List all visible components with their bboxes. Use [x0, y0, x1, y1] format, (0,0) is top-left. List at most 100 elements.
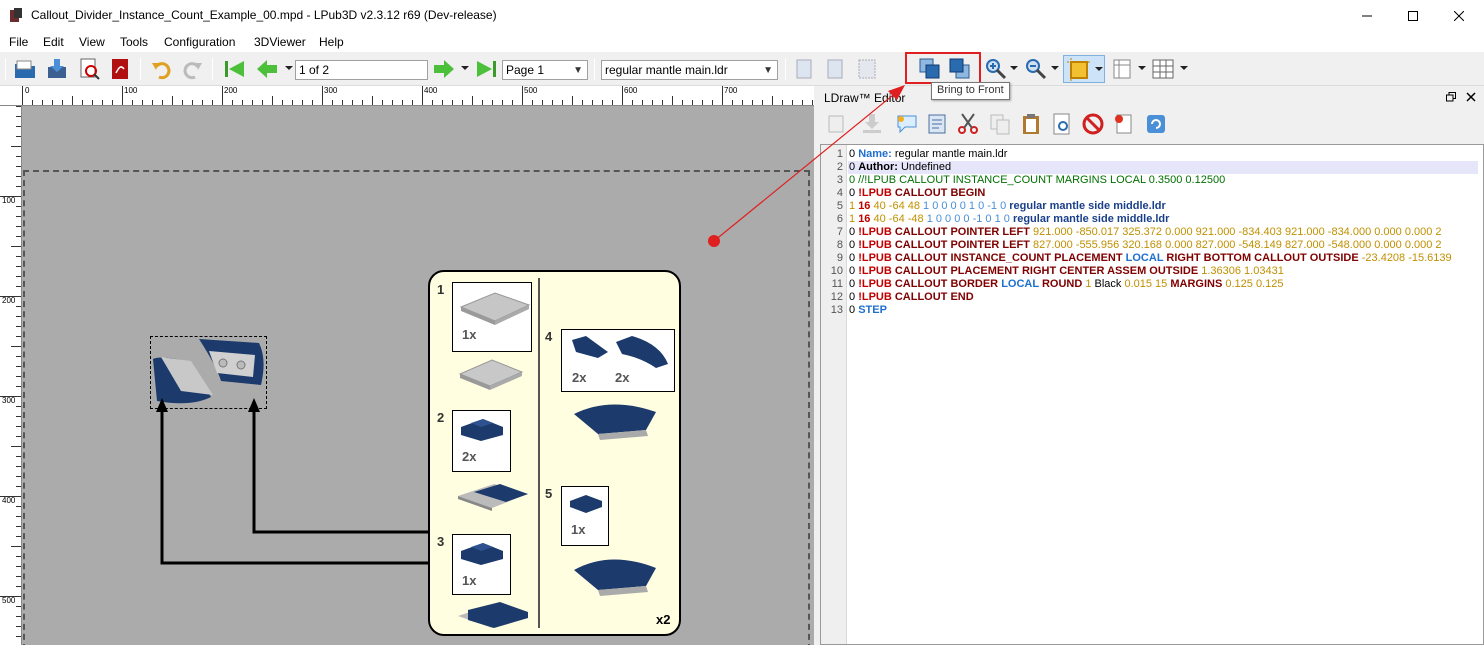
zoom-in-dropdown[interactable] [1010, 66, 1018, 70]
scene-guides-button[interactable] [1063, 55, 1105, 83]
menu-view[interactable]: View [79, 35, 105, 49]
comment-icon[interactable] [895, 112, 919, 136]
snap-grid-dropdown[interactable] [1180, 66, 1188, 70]
vertical-ruler: 100 200 300 400 500 [0, 106, 22, 645]
ruler-ticks [22, 86, 813, 105]
parts-list[interactable]: 1x [452, 282, 532, 352]
float-dock-icon[interactable] [1446, 92, 1456, 102]
menu-3dviewer[interactable]: 3DViewer [254, 35, 306, 49]
code-line[interactable]: 0 !LPUB CALLOUT PLACEMENT RIGHT CENTER A… [849, 265, 1284, 277]
snap-grid-icon[interactable] [1151, 57, 1175, 81]
next-page-dropdown[interactable] [461, 66, 469, 70]
curved-slope-large-icon [616, 336, 668, 368]
download-icon[interactable] [860, 112, 884, 136]
zoom-in-icon[interactable] [984, 57, 1008, 81]
menu-file[interactable]: File [9, 35, 28, 49]
parts-list[interactable]: 2x [452, 410, 511, 472]
code-token: 0 [849, 239, 859, 251]
minimize-button[interactable] [1344, 0, 1390, 31]
code-line[interactable]: 1 16 40 -64 -48 1 0 0 0 0 -1 0 1 0 regul… [849, 213, 1169, 225]
horizontal-ruler: 0 100 200 300 400 500 600 700 [0, 86, 814, 106]
fit-visible-icon[interactable] [823, 57, 847, 81]
scene-guides-icon [1067, 58, 1091, 82]
parts-list[interactable]: 1x [561, 486, 609, 546]
export-pdf-icon[interactable] [108, 57, 132, 81]
code-token: CALLOUT INSTANCE_COUNT PLACEMENT [894, 252, 1123, 264]
last-page-icon[interactable] [475, 57, 499, 81]
delete-icon[interactable] [1081, 112, 1105, 136]
code-token: 0 [849, 304, 859, 316]
cut-icon[interactable] [956, 112, 980, 136]
code-token: 16 [858, 200, 871, 212]
line-number: 2 [836, 161, 843, 173]
previous-page-icon[interactable] [255, 57, 279, 81]
menu-tools[interactable]: Tools [120, 35, 148, 49]
curved-slope-icon [572, 336, 608, 358]
fit-scene-icon[interactable] [855, 57, 879, 81]
close-dock-icon[interactable] [1466, 92, 1476, 102]
copy-icon[interactable] [988, 112, 1012, 136]
code-token: CALLOUT POINTER LEFT [894, 226, 1030, 238]
callout-box[interactable]: 1 1x 2 2x 3 1x 4 2x 2x 5 1x x2 [428, 270, 681, 636]
ruler-label: 0 [25, 86, 30, 95]
close-button[interactable] [1436, 0, 1482, 31]
ruler-label: 400 [2, 496, 16, 505]
toolbar-separator [212, 58, 213, 80]
code-line[interactable]: 0 Name: regular mantle main.ldr [849, 148, 1007, 160]
zoom-out-icon[interactable] [1024, 57, 1048, 81]
parts-list[interactable]: 2x 2x [561, 329, 675, 392]
previous-page-dropdown[interactable] [285, 66, 293, 70]
code-line[interactable]: 0 !LPUB CALLOUT BORDER LOCAL ROUND 1 Bla… [849, 278, 1283, 290]
parts-list[interactable]: 1x [452, 534, 511, 595]
update-pages-icon[interactable] [825, 112, 849, 136]
code-line[interactable]: 0 !LPUB CALLOUT POINTER LEFT 921.000 -85… [849, 226, 1442, 238]
code-line[interactable]: 0 !LPUB CALLOUT BEGIN [849, 187, 985, 199]
scene-ruler-icon[interactable] [1110, 57, 1134, 81]
menu-help[interactable]: Help [319, 35, 344, 49]
open-file-icon[interactable] [13, 57, 37, 81]
page-select[interactable]: Page 1 ▼ [502, 60, 588, 80]
find-icon[interactable] [1050, 112, 1074, 136]
code-token: 1 [849, 213, 859, 225]
scene-guides-dropdown[interactable] [1095, 67, 1103, 71]
menu-configuration[interactable]: Configuration [164, 35, 235, 49]
print-preview-icon[interactable] [77, 57, 101, 81]
code-line[interactable]: 0 Author: Undefined [849, 161, 951, 173]
code-line[interactable]: 0 //!LPUB CALLOUT INSTANCE_COUNT MARGINS… [849, 174, 1225, 186]
menu-edit[interactable]: Edit [43, 35, 64, 49]
chevron-down-icon: ▼ [573, 65, 583, 76]
preferences-icon[interactable] [1112, 112, 1136, 136]
page-number-field[interactable]: 1 of 2 [295, 60, 428, 80]
maximize-icon [1408, 10, 1418, 21]
ruler-label: 700 [724, 86, 738, 95]
code-line[interactable]: 0 !LPUB CALLOUT INSTANCE_COUNT PLACEMENT… [849, 252, 1452, 264]
fit-width-icon[interactable] [792, 57, 816, 81]
first-page-icon[interactable] [222, 57, 246, 81]
code-token: CALLOUT END [894, 291, 974, 303]
zoom-out-dropdown[interactable] [1051, 66, 1059, 70]
code-token: 1 0 0 0 0 -1 0 1 0 [926, 213, 1013, 225]
model-select[interactable]: regular mantle main.ldr ▼ [601, 60, 778, 80]
instance-count[interactable]: x2 [656, 612, 670, 627]
code-token: -23.4208 -15.6139 [1358, 252, 1452, 264]
save-file-icon[interactable] [45, 57, 69, 81]
editor-dock-title: LDraw™ Editor [820, 86, 1484, 108]
next-page-icon[interactable] [432, 57, 456, 81]
ruler-label: 300 [324, 86, 338, 95]
refresh-icon[interactable] [1144, 112, 1168, 136]
undo-icon[interactable] [150, 57, 174, 81]
code-line[interactable]: 1 16 40 -64 48 1 0 0 0 0 1 0 -1 0 regula… [849, 200, 1166, 212]
code-line[interactable]: 0 STEP [849, 304, 887, 316]
ruler-label: 600 [624, 86, 638, 95]
redo-icon[interactable] [180, 57, 204, 81]
paste-icon[interactable] [1019, 112, 1043, 136]
model-select-value: regular mantle main.ldr [605, 63, 728, 77]
maximize-button[interactable] [1390, 0, 1436, 31]
code-token: ROUND [1041, 278, 1083, 290]
ldraw-editor[interactable]: 1 2 3 4 5 6 7 8 9 10 11 12 13 0 Name: regular mantle… [820, 144, 1484, 645]
code-line[interactable]: 0 !LPUB CALLOUT POINTER LEFT 827.000 -55… [849, 239, 1442, 251]
code-line[interactable]: 0 !LPUB CALLOUT END [849, 291, 974, 303]
page-view[interactable]: 1 1x 2 2x 3 1x 4 2x 2x 5 1x x2 [22, 106, 814, 645]
scene-ruler-dropdown[interactable] [1138, 66, 1146, 70]
format-icon[interactable] [925, 112, 949, 136]
